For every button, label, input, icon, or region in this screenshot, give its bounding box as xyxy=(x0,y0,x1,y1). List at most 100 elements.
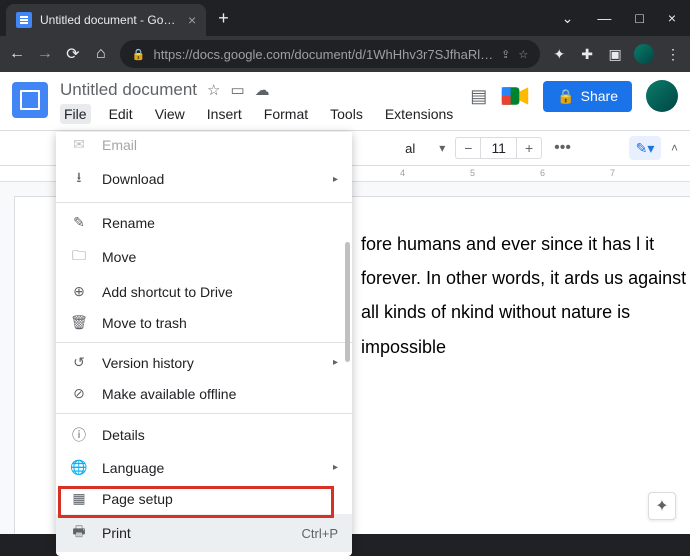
menu-item-offline[interactable]: ⊘ Make available offline xyxy=(56,378,352,409)
browser-tab[interactable]: Untitled document - Google Docs × xyxy=(6,4,206,36)
star-icon[interactable]: ☆ xyxy=(518,48,528,61)
puzzle-icon[interactable]: ✚ xyxy=(578,46,596,63)
menu-scrollbar[interactable] xyxy=(345,242,350,362)
font-size-stepper: − 11 + xyxy=(455,137,542,159)
forward-icon: → xyxy=(36,45,54,63)
browser-titlebar: Untitled document - Google Docs × + ⌄ ― … xyxy=(0,0,690,36)
menu-item-page-setup[interactable]: ▦ Page setup xyxy=(56,483,352,514)
ruler-mark: 7 xyxy=(610,168,615,178)
close-tab-icon[interactable]: × xyxy=(188,12,196,28)
lock-icon: 🔒 xyxy=(132,48,146,61)
menu-item-add-shortcut[interactable]: ⊕ Add shortcut to Drive xyxy=(56,276,352,307)
explore-button[interactable]: ✦ xyxy=(648,492,676,520)
move-document-icon[interactable]: ▭ xyxy=(230,81,244,99)
menu-label: Add shortcut to Drive xyxy=(102,284,233,300)
profile-avatar-small[interactable] xyxy=(634,44,654,64)
ruler-mark: 4 xyxy=(400,168,405,178)
menu-label: Details xyxy=(102,427,145,443)
lock-icon: 🔒 xyxy=(557,88,574,105)
menu-item-details[interactable]: ⓘ Details xyxy=(56,418,352,452)
minimize-icon[interactable]: ― xyxy=(597,10,611,27)
menu-label: Email xyxy=(102,137,137,153)
reading-list-icon[interactable]: ▣ xyxy=(606,46,624,63)
docs-favicon xyxy=(16,12,32,28)
chevron-down-icon[interactable]: ⌄ xyxy=(562,10,574,27)
kebab-menu-icon[interactable]: ⋮ xyxy=(664,46,682,63)
ruler-mark: 6 xyxy=(540,168,545,178)
close-window-icon[interactable]: × xyxy=(668,10,676,27)
submenu-arrow-icon: ▸ xyxy=(333,174,338,185)
menu-item-email[interactable]: ✉ Email xyxy=(56,136,352,160)
home-icon[interactable]: ⌂ xyxy=(92,45,110,63)
menu-item-print[interactable]: 🖶 Print Ctrl+P xyxy=(56,514,352,552)
history-icon: ↺ xyxy=(70,354,88,371)
reload-icon[interactable]: ⟳ xyxy=(64,44,82,64)
menubar: File Edit View Insert Format Tools Exten… xyxy=(60,104,457,124)
menu-label: Move to trash xyxy=(102,315,187,331)
font-size-value[interactable]: 11 xyxy=(480,138,517,158)
print-icon: 🖶 xyxy=(70,521,88,545)
menu-view[interactable]: View xyxy=(151,104,189,124)
new-tab-button[interactable]: + xyxy=(218,8,229,29)
browser-toolbar: ← → ⟳ ⌂ 🔒 https://docs.google.com/docume… xyxy=(0,36,690,72)
menu-item-trash[interactable]: 🗑 Move to trash xyxy=(56,307,352,338)
comment-history-icon[interactable]: ▤ xyxy=(470,86,487,107)
offline-icon: ⊘ xyxy=(70,385,88,402)
share-label: Share xyxy=(581,88,618,104)
submenu-arrow-icon: ▸ xyxy=(333,462,338,473)
body-text[interactable]: fore humans and ever since it has l it f… xyxy=(361,227,690,364)
star-document-icon[interactable]: ☆ xyxy=(207,81,220,99)
mail-icon: ✉ xyxy=(70,136,88,153)
menu-tools[interactable]: Tools xyxy=(326,104,367,124)
menu-item-rename[interactable]: ✎ Rename xyxy=(56,207,352,238)
extensions-icon[interactable]: ✦ xyxy=(550,46,568,63)
download-icon: ⭳ xyxy=(70,167,88,191)
address-bar[interactable]: 🔒 https://docs.google.com/document/d/1Wh… xyxy=(120,40,540,68)
share-url-icon[interactable]: ⇪ xyxy=(501,48,510,61)
pencil-icon: ✎ xyxy=(70,214,88,231)
globe-icon: 🌐 xyxy=(70,459,88,476)
share-button[interactable]: 🔒 Share xyxy=(543,81,632,112)
menu-separator xyxy=(56,413,352,414)
menu-separator xyxy=(56,342,352,343)
url-text: https://docs.google.com/document/d/1WhHh… xyxy=(154,47,494,62)
menu-item-move[interactable]: 🗀 Move xyxy=(56,238,352,276)
docs-logo-icon[interactable] xyxy=(12,82,48,118)
menu-label: Move xyxy=(102,249,136,265)
font-family-select[interactable]: al xyxy=(399,139,429,158)
collapse-up-icon[interactable]: ˄ xyxy=(667,141,682,155)
folder-move-icon: 🗀 xyxy=(70,245,88,269)
submenu-arrow-icon: ▸ xyxy=(333,357,338,368)
increase-size-button[interactable]: + xyxy=(517,138,541,158)
menu-label: Make available offline xyxy=(102,386,236,402)
menu-label: Rename xyxy=(102,215,155,231)
editing-mode-button[interactable]: ✎▾ xyxy=(629,136,661,160)
document-title[interactable]: Untitled document xyxy=(60,80,197,100)
menu-label: Page setup xyxy=(102,491,173,507)
menu-label: Download xyxy=(102,171,164,187)
menu-extensions[interactable]: Extensions xyxy=(381,104,457,124)
page-setup-icon: ▦ xyxy=(70,490,88,507)
back-icon[interactable]: ← xyxy=(8,45,26,63)
menu-item-version-history[interactable]: ↺ Version history ▸ xyxy=(56,347,352,378)
decrease-size-button[interactable]: − xyxy=(456,138,480,158)
docs-header: Untitled document ☆ ▭ ☁ File Edit View I… xyxy=(0,72,690,124)
more-tools-icon[interactable]: ••• xyxy=(548,139,577,157)
menu-insert[interactable]: Insert xyxy=(203,104,246,124)
menu-file[interactable]: File xyxy=(60,104,91,124)
drive-shortcut-icon: ⊕ xyxy=(70,283,88,300)
chevron-down-icon[interactable]: ▾ xyxy=(435,141,449,155)
meet-icon[interactable] xyxy=(501,85,529,107)
maximize-icon[interactable]: □ xyxy=(635,10,643,27)
account-avatar[interactable] xyxy=(646,80,678,112)
file-menu-dropdown: ✉ Email ⭳ Download ▸ ✎ Rename 🗀 Move ⊕ A… xyxy=(56,132,352,556)
menu-edit[interactable]: Edit xyxy=(105,104,137,124)
cloud-status-icon[interactable]: ☁ xyxy=(255,81,270,99)
menu-label: Language xyxy=(102,460,164,476)
menu-item-language[interactable]: 🌐 Language ▸ xyxy=(56,452,352,483)
menu-item-download[interactable]: ⭳ Download ▸ xyxy=(56,160,352,198)
menu-shortcut: Ctrl+P xyxy=(302,526,338,541)
info-icon: ⓘ xyxy=(70,425,88,445)
menu-format[interactable]: Format xyxy=(260,104,312,124)
menu-label: Version history xyxy=(102,355,194,371)
